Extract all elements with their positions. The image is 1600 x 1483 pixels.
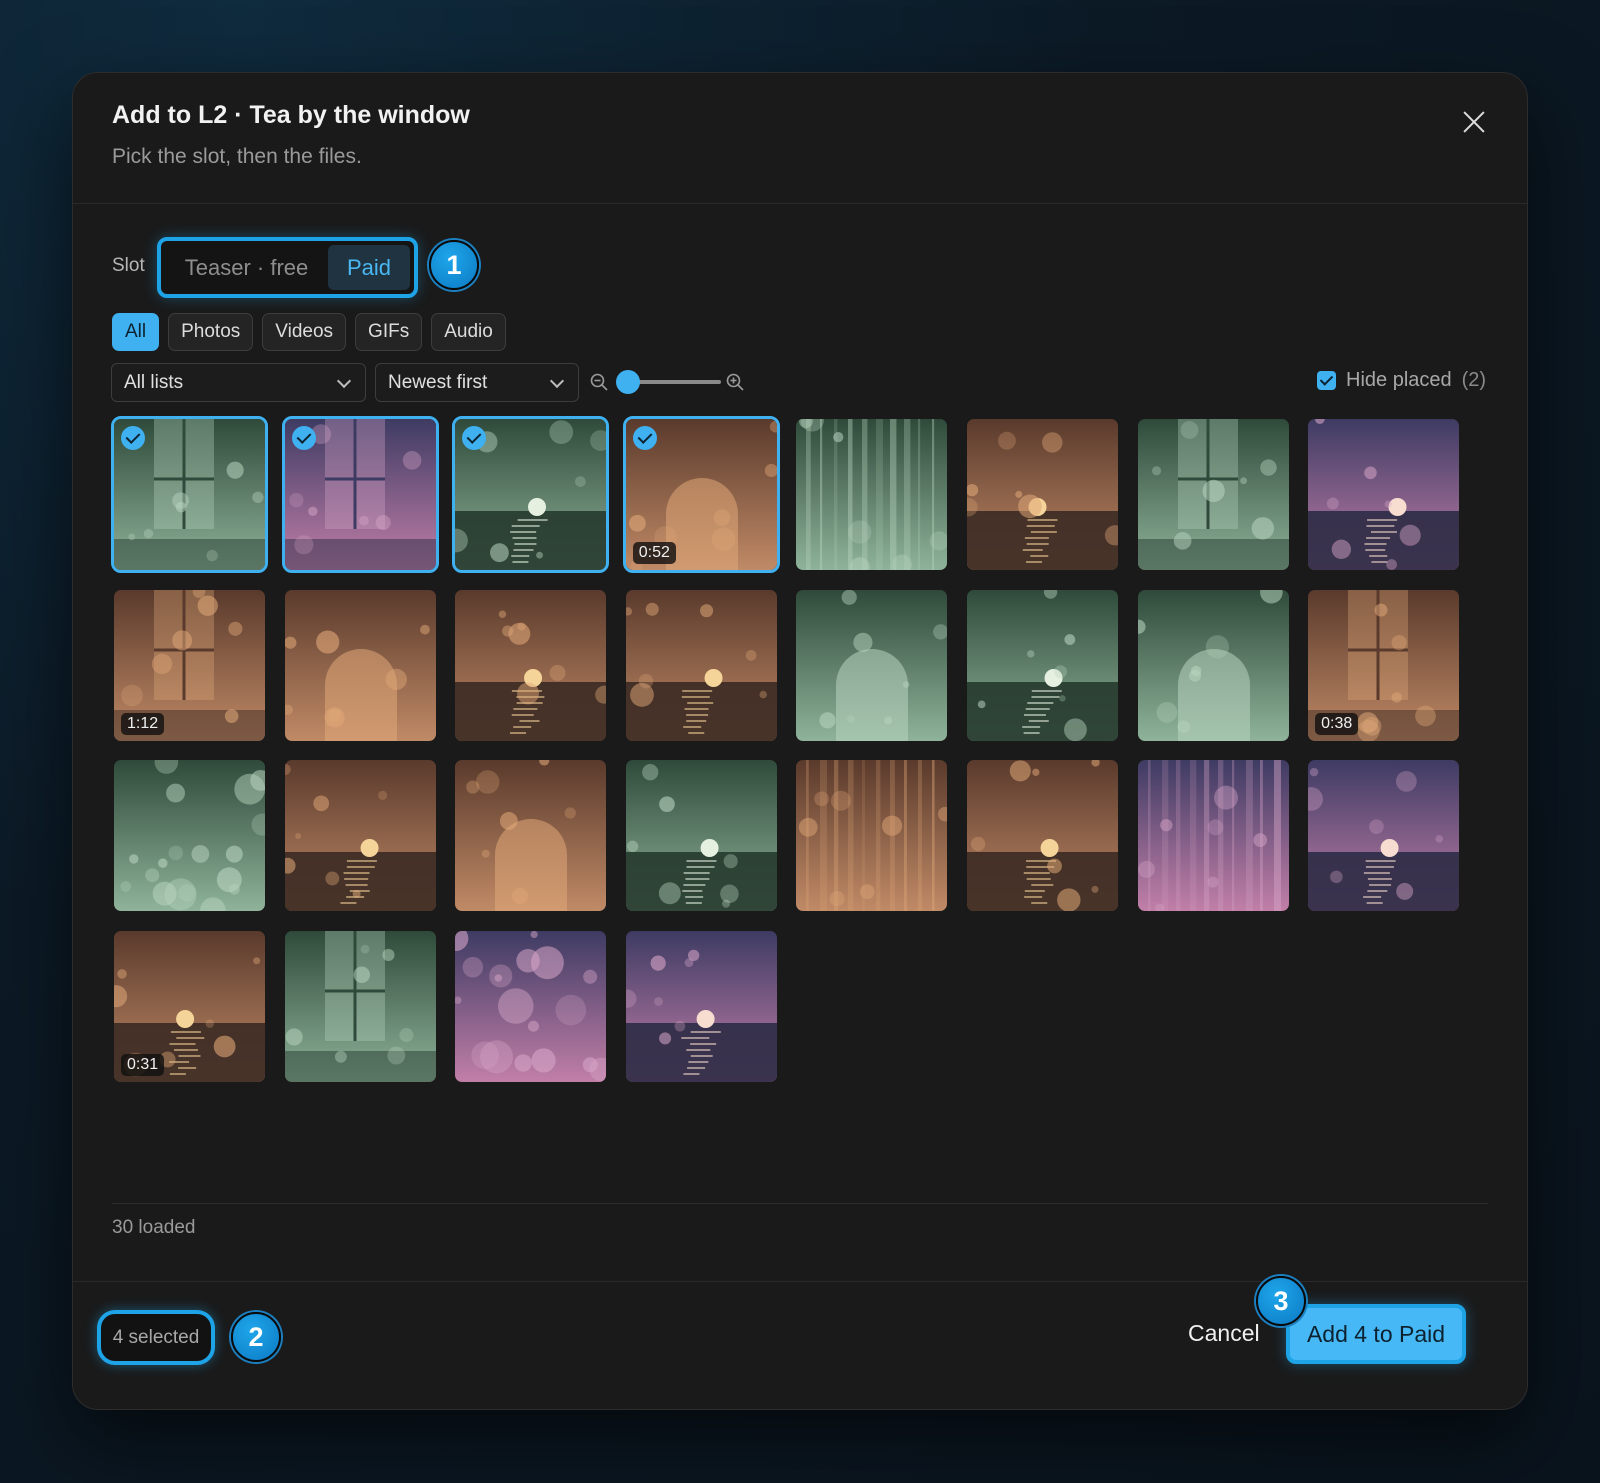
media-thumbnail[interactable] — [966, 760, 1118, 912]
selected-count-pill: 4 selected — [97, 1310, 215, 1365]
media-thumbnail[interactable] — [796, 419, 948, 570]
add-media-dialog: Add to L2 · Tea by the window Pick the s… — [72, 72, 1528, 1410]
filter-gifs[interactable]: GIFs — [355, 313, 423, 351]
chevron-down-icon — [549, 373, 565, 389]
sort-select-value: Newest first — [388, 371, 488, 393]
hide-placed-toggle[interactable]: Hide placed (2) — [1317, 369, 1486, 392]
media-thumbnail[interactable] — [1137, 589, 1289, 741]
media-thumbnail[interactable]: 0:31 — [114, 930, 265, 1082]
dialog-header: Add to L2 · Tea by the window Pick the s… — [73, 73, 1527, 204]
check-icon — [462, 426, 487, 450]
media-thumbnail[interactable] — [284, 589, 436, 741]
filter-videos[interactable]: Videos — [262, 313, 347, 351]
media-thumbnail[interactable] — [625, 930, 777, 1082]
dialog-subtitle: Pick the slot, then the files. — [112, 145, 362, 168]
zoom-slider-track[interactable] — [631, 380, 721, 384]
dialog-footer: 4 selected 2 Cancel Add 4 to Paid 3 — [73, 1276, 1527, 1409]
divider — [112, 1203, 1488, 1204]
media-thumbnail[interactable] — [284, 930, 436, 1082]
duration-badge: 0:52 — [632, 542, 676, 564]
media-thumbnail[interactable] — [281, 416, 439, 573]
chevron-down-icon — [336, 373, 352, 389]
media-thumbnail[interactable] — [114, 760, 265, 912]
media-thumbnail[interactable] — [1137, 760, 1289, 912]
zoom-slider-thumb[interactable] — [616, 370, 640, 394]
sort-select[interactable]: Newest first — [375, 363, 579, 402]
filter-audio[interactable]: Audio — [431, 313, 506, 351]
hide-placed-checkbox[interactable] — [1317, 371, 1336, 390]
media-type-filters: All Photos Videos GIFs Audio — [112, 313, 506, 351]
media-thumbnail[interactable] — [966, 419, 1118, 570]
step-badge-3: 3 — [1256, 1276, 1306, 1326]
slot-option-teaser[interactable]: Teaser · free — [165, 245, 328, 290]
media-thumbnail[interactable] — [455, 589, 607, 741]
media-thumbnail[interactable] — [455, 760, 607, 912]
step-badge-2: 2 — [231, 1312, 281, 1362]
add-to-paid-button[interactable]: Add 4 to Paid — [1286, 1304, 1466, 1364]
media-thumbnail[interactable] — [796, 760, 948, 912]
slot-label: Slot — [112, 255, 145, 276]
check-icon — [291, 426, 316, 450]
media-thumbnail[interactable]: 1:12 — [114, 589, 265, 741]
list-select[interactable]: All lists — [111, 363, 366, 402]
slot-toggle: Teaser · free Paid — [157, 237, 418, 298]
check-icon — [121, 426, 145, 450]
duration-badge: 1:12 — [121, 712, 165, 735]
media-grid: 0:52 1:12 0:38 0:31 — [111, 416, 1460, 1082]
media-thumbnail[interactable] — [625, 760, 777, 912]
media-thumbnail[interactable] — [284, 760, 436, 912]
media-thumbnail[interactable] — [796, 589, 948, 741]
hide-placed-label: Hide placed — [1346, 369, 1452, 391]
media-thumbnail[interactable] — [1308, 760, 1460, 912]
hide-placed-count: (2) — [1461, 369, 1487, 391]
filter-all[interactable]: All — [112, 313, 160, 351]
duration-badge: 0:38 — [1315, 712, 1359, 735]
zoom-out-icon[interactable] — [590, 373, 608, 391]
check-icon — [632, 426, 657, 450]
media-thumbnail[interactable] — [966, 589, 1118, 741]
media-thumbnail[interactable] — [111, 416, 268, 573]
slot-option-paid[interactable]: Paid — [328, 245, 410, 290]
step-badge-1: 1 — [429, 240, 479, 290]
filter-photos[interactable]: Photos — [168, 313, 254, 351]
media-thumbnail[interactable]: 0:38 — [1308, 589, 1460, 741]
loaded-count: 30 loaded — [112, 1217, 196, 1238]
dialog-title: Add to L2 · Tea by the window — [112, 101, 470, 129]
media-thumbnail[interactable] — [625, 589, 777, 741]
media-thumbnail[interactable]: 0:52 — [622, 416, 780, 573]
zoom-in-icon[interactable] — [726, 373, 744, 391]
cancel-button[interactable]: Cancel — [1188, 1320, 1260, 1347]
media-thumbnail[interactable] — [455, 930, 607, 1082]
list-select-value: All lists — [124, 371, 184, 393]
media-thumbnail[interactable] — [1308, 419, 1460, 570]
media-thumbnail[interactable] — [452, 416, 610, 573]
duration-badge: 0:31 — [121, 1053, 165, 1076]
close-icon[interactable] — [1461, 109, 1487, 135]
media-thumbnail[interactable] — [1137, 419, 1289, 570]
